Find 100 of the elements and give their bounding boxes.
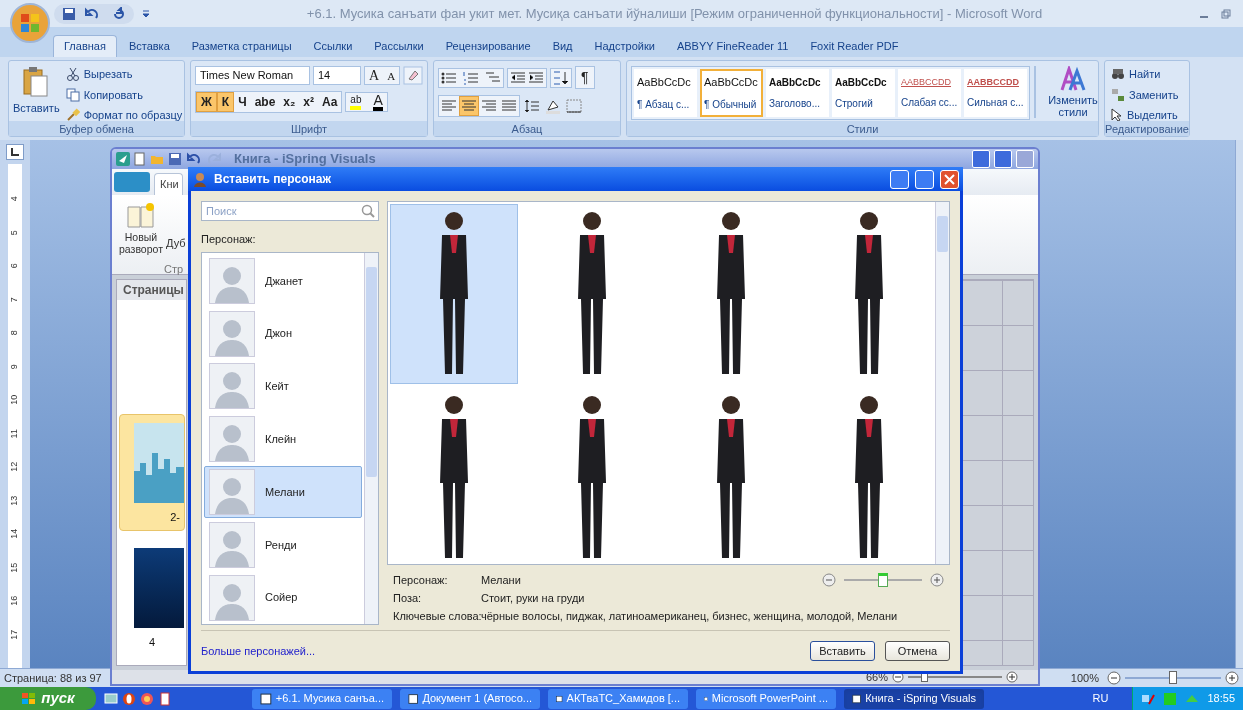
taskbar-button[interactable]: Документ 1 (Автосо... bbox=[400, 688, 540, 709]
cut-button[interactable]: Вырезать bbox=[65, 66, 183, 83]
change-styles-button[interactable]: Изменить стили bbox=[1046, 66, 1100, 118]
size-slider-thumb[interactable] bbox=[878, 573, 888, 587]
page-thumbnail[interactable]: 2- bbox=[119, 414, 185, 531]
minimize-button[interactable] bbox=[890, 169, 909, 189]
character-item[interactable]: Ренди bbox=[204, 518, 362, 572]
search-field[interactable]: Поиск bbox=[201, 201, 379, 221]
ribbon-tab[interactable]: Надстройки bbox=[584, 35, 665, 57]
line-spacing-icon[interactable] bbox=[523, 98, 541, 114]
tab-selector-button[interactable] bbox=[6, 144, 24, 160]
ribbon-tab[interactable]: Рассылки bbox=[364, 35, 434, 57]
media-icon[interactable] bbox=[140, 691, 154, 706]
taskbar-button[interactable]: Microsoft PowerPoint ... bbox=[696, 688, 836, 709]
style-item[interactable]: AABBCCDD Слабая сс... bbox=[898, 69, 961, 117]
format-toggle[interactable]: x² bbox=[299, 92, 318, 112]
language-indicator[interactable]: RU bbox=[1092, 690, 1109, 707]
ribbon-tab[interactable]: Кни bbox=[154, 173, 183, 195]
new-icon[interactable] bbox=[134, 152, 146, 166]
highlight-button[interactable]: ab bbox=[350, 94, 362, 110]
restore-icon[interactable] bbox=[1221, 8, 1231, 19]
minimize-button[interactable] bbox=[972, 150, 990, 168]
character-item[interactable]: Сойер bbox=[204, 571, 362, 624]
office-button[interactable] bbox=[10, 2, 50, 43]
font-color-button[interactable]: A bbox=[373, 93, 383, 111]
close-button[interactable] bbox=[1016, 150, 1034, 168]
ribbon-tab[interactable]: Рецензирование bbox=[435, 35, 541, 57]
zoom-in-icon[interactable] bbox=[1006, 671, 1018, 683]
character-item[interactable]: Мелани bbox=[204, 465, 362, 519]
font-name-field[interactable]: Times New Roman bbox=[195, 66, 310, 85]
customize-menu-icon[interactable] bbox=[142, 9, 150, 18]
format-toggle[interactable]: Aa bbox=[318, 92, 342, 112]
style-item[interactable]: AaBbCcDc Строгий bbox=[832, 69, 895, 117]
replace-button[interactable]: Заменить bbox=[1111, 86, 1179, 103]
scrollbar[interactable] bbox=[364, 252, 378, 624]
scrollbar[interactable] bbox=[935, 202, 949, 564]
ribbon-button[interactable]: Дуб bbox=[166, 235, 186, 255]
sort-icon[interactable] bbox=[552, 69, 570, 86]
save-icon[interactable] bbox=[62, 6, 76, 21]
select-button[interactable]: Выделить bbox=[1111, 107, 1179, 124]
copy-button[interactable]: Копировать bbox=[65, 86, 183, 103]
close-button[interactable] bbox=[940, 169, 959, 189]
taskbar-button[interactable]: +6.1. Мусика санъа... bbox=[252, 688, 392, 709]
borders-icon[interactable] bbox=[565, 98, 583, 114]
avatar-silhouette-icon bbox=[209, 363, 255, 410]
taskbar-button[interactable]: Книга - iSpring Visuals bbox=[844, 688, 984, 709]
clear-formatting-icon[interactable] bbox=[403, 66, 424, 85]
grow-font-button[interactable]: A bbox=[365, 67, 384, 84]
ribbon-tab[interactable]: Разметка страницы bbox=[181, 35, 302, 57]
zoom-slider-thumb[interactable] bbox=[1169, 671, 1177, 684]
find-button[interactable]: Найти bbox=[1111, 66, 1179, 83]
vertical-scrollbar[interactable] bbox=[1235, 140, 1243, 668]
maximize-button[interactable] bbox=[994, 150, 1012, 168]
style-item[interactable]: AABBCCDD Сильная с... bbox=[964, 69, 1027, 117]
character-item[interactable]: Кейт bbox=[204, 360, 362, 413]
undo-icon[interactable] bbox=[186, 152, 202, 166]
save-icon[interactable] bbox=[168, 152, 182, 166]
show-marks-button[interactable]: ¶ bbox=[575, 66, 595, 89]
character-item[interactable]: Джон bbox=[204, 307, 362, 361]
decrease-indent-icon[interactable] bbox=[509, 69, 527, 86]
cancel-button[interactable]: Отмена bbox=[885, 641, 950, 661]
ribbon-tab[interactable]: Foxit Reader PDF bbox=[800, 35, 909, 57]
zoom-out-icon[interactable] bbox=[1107, 671, 1121, 685]
ribbon-tab[interactable]: Ссылки bbox=[303, 35, 363, 57]
format-toggle[interactable]: x₂ bbox=[279, 92, 300, 112]
ribbon-tab[interactable]: Вид bbox=[542, 35, 583, 57]
document-icon[interactable] bbox=[158, 691, 172, 706]
ribbon-tab[interactable]: Вставка bbox=[118, 35, 180, 57]
group-label: Стили bbox=[627, 121, 1098, 136]
font-size-field[interactable]: 14 bbox=[313, 66, 361, 85]
character-item[interactable]: Клейн bbox=[204, 412, 362, 466]
zoom-in-icon[interactable] bbox=[1225, 671, 1239, 685]
ribbon-tab[interactable]: Главная bbox=[53, 35, 117, 57]
gallery-scrollbar[interactable] bbox=[1034, 66, 1036, 118]
style-item[interactable]: AaBbCcDc Заголово... bbox=[766, 69, 829, 117]
align-button[interactable] bbox=[459, 96, 479, 116]
paste-button[interactable]: Вставить bbox=[13, 66, 60, 117]
browser-icon[interactable] bbox=[122, 691, 136, 706]
insert-button[interactable]: Вставить bbox=[810, 641, 875, 661]
start-button[interactable]: пуск bbox=[0, 687, 96, 710]
format-toggle[interactable]: Ж bbox=[196, 92, 217, 112]
style-item[interactable]: AaBbCcDc ¶ Обычный bbox=[700, 69, 763, 117]
format-painter-button[interactable]: Формат по образцу bbox=[65, 107, 183, 124]
format-toggle[interactable]: abe bbox=[250, 92, 280, 112]
shrink-font-button[interactable]: A bbox=[383, 67, 400, 84]
shading-icon[interactable] bbox=[544, 98, 562, 114]
redo-icon[interactable] bbox=[112, 6, 126, 21]
ribbon-tab[interactable]: ABBYY FineReader 11 bbox=[666, 35, 799, 57]
more-characters-link[interactable]: Больше персонажей... bbox=[201, 642, 316, 660]
character-item[interactable]: Джанет bbox=[204, 254, 362, 308]
desktop-icon[interactable] bbox=[104, 691, 118, 706]
page-thumbnail[interactable]: 4 bbox=[119, 538, 185, 655]
new-spread-button[interactable]: Новый разворот bbox=[117, 201, 165, 255]
pose-tile[interactable] bbox=[390, 204, 519, 384]
taskbar-button[interactable]: АКТваТС_Хамидов [... bbox=[548, 688, 688, 709]
increase-indent-icon[interactable] bbox=[527, 69, 545, 86]
maximize-button[interactable] bbox=[915, 169, 934, 189]
style-item[interactable]: AaBbCcDc ¶ Абзац с... bbox=[634, 69, 697, 117]
format-toggle[interactable]: Ч bbox=[234, 92, 251, 112]
zoom-in-icon[interactable] bbox=[930, 573, 944, 587]
